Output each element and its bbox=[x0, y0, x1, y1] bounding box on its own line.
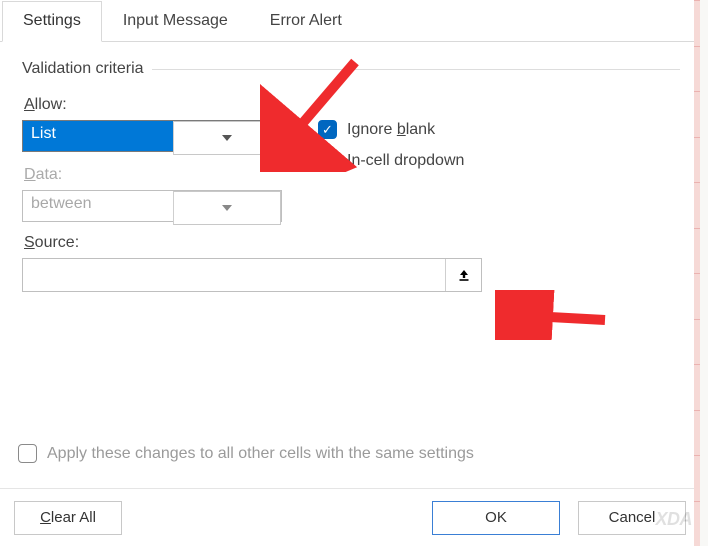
allow-dropdown-value: List bbox=[23, 121, 173, 151]
watermark: XDA bbox=[655, 509, 692, 530]
allow-dropdown-button[interactable] bbox=[173, 121, 281, 155]
tab-bar: Settings Input Message Error Alert bbox=[0, 0, 700, 42]
allow-label: Allow: bbox=[24, 96, 282, 114]
in-cell-dropdown-checkbox[interactable]: ✓ bbox=[318, 151, 337, 170]
chevron-down-icon bbox=[222, 205, 232, 211]
ignore-blank-label: Ignore blank bbox=[347, 121, 435, 139]
data-dropdown-button bbox=[173, 191, 281, 225]
ignore-blank-checkbox[interactable]: ✓ bbox=[318, 120, 337, 139]
data-label: Data: bbox=[24, 166, 282, 184]
range-select-icon bbox=[456, 267, 472, 283]
data-validation-dialog: Settings Input Message Error Alert Valid… bbox=[0, 0, 700, 546]
apply-to-cells-option: ✓ Apply these changes to all other cells… bbox=[18, 444, 474, 463]
clear-all-button[interactable]: Clear All bbox=[14, 501, 122, 535]
apply-to-cells-label: Apply these changes to all other cells w… bbox=[47, 445, 474, 463]
source-input[interactable] bbox=[23, 259, 445, 291]
heading-divider bbox=[152, 69, 680, 70]
data-dropdown: between bbox=[22, 190, 282, 222]
source-field-wrap bbox=[22, 258, 482, 292]
data-dropdown-value: between bbox=[23, 191, 173, 221]
in-cell-dropdown-option[interactable]: ✓ In-cell dropdown bbox=[318, 151, 464, 170]
dialog-footer: Clear All OK Cancel bbox=[0, 488, 700, 546]
allow-dropdown[interactable]: List bbox=[22, 120, 282, 152]
source-label: Source: bbox=[24, 234, 680, 252]
validation-criteria-label: Validation criteria bbox=[22, 60, 144, 78]
ok-button[interactable]: OK bbox=[432, 501, 560, 535]
apply-to-cells-checkbox: ✓ bbox=[18, 444, 37, 463]
tab-settings[interactable]: Settings bbox=[2, 1, 102, 42]
in-cell-dropdown-label: In-cell dropdown bbox=[347, 152, 464, 170]
tab-input-message[interactable]: Input Message bbox=[102, 1, 249, 42]
collapse-dialog-button[interactable] bbox=[445, 259, 481, 291]
settings-panel: Validation criteria Allow: List Data: bbox=[0, 42, 700, 302]
ignore-blank-option[interactable]: ✓ Ignore blank bbox=[318, 120, 464, 139]
tab-error-alert[interactable]: Error Alert bbox=[249, 1, 363, 42]
chevron-down-icon bbox=[222, 135, 232, 141]
background-cells bbox=[694, 0, 700, 546]
validation-criteria-heading: Validation criteria bbox=[22, 60, 680, 78]
